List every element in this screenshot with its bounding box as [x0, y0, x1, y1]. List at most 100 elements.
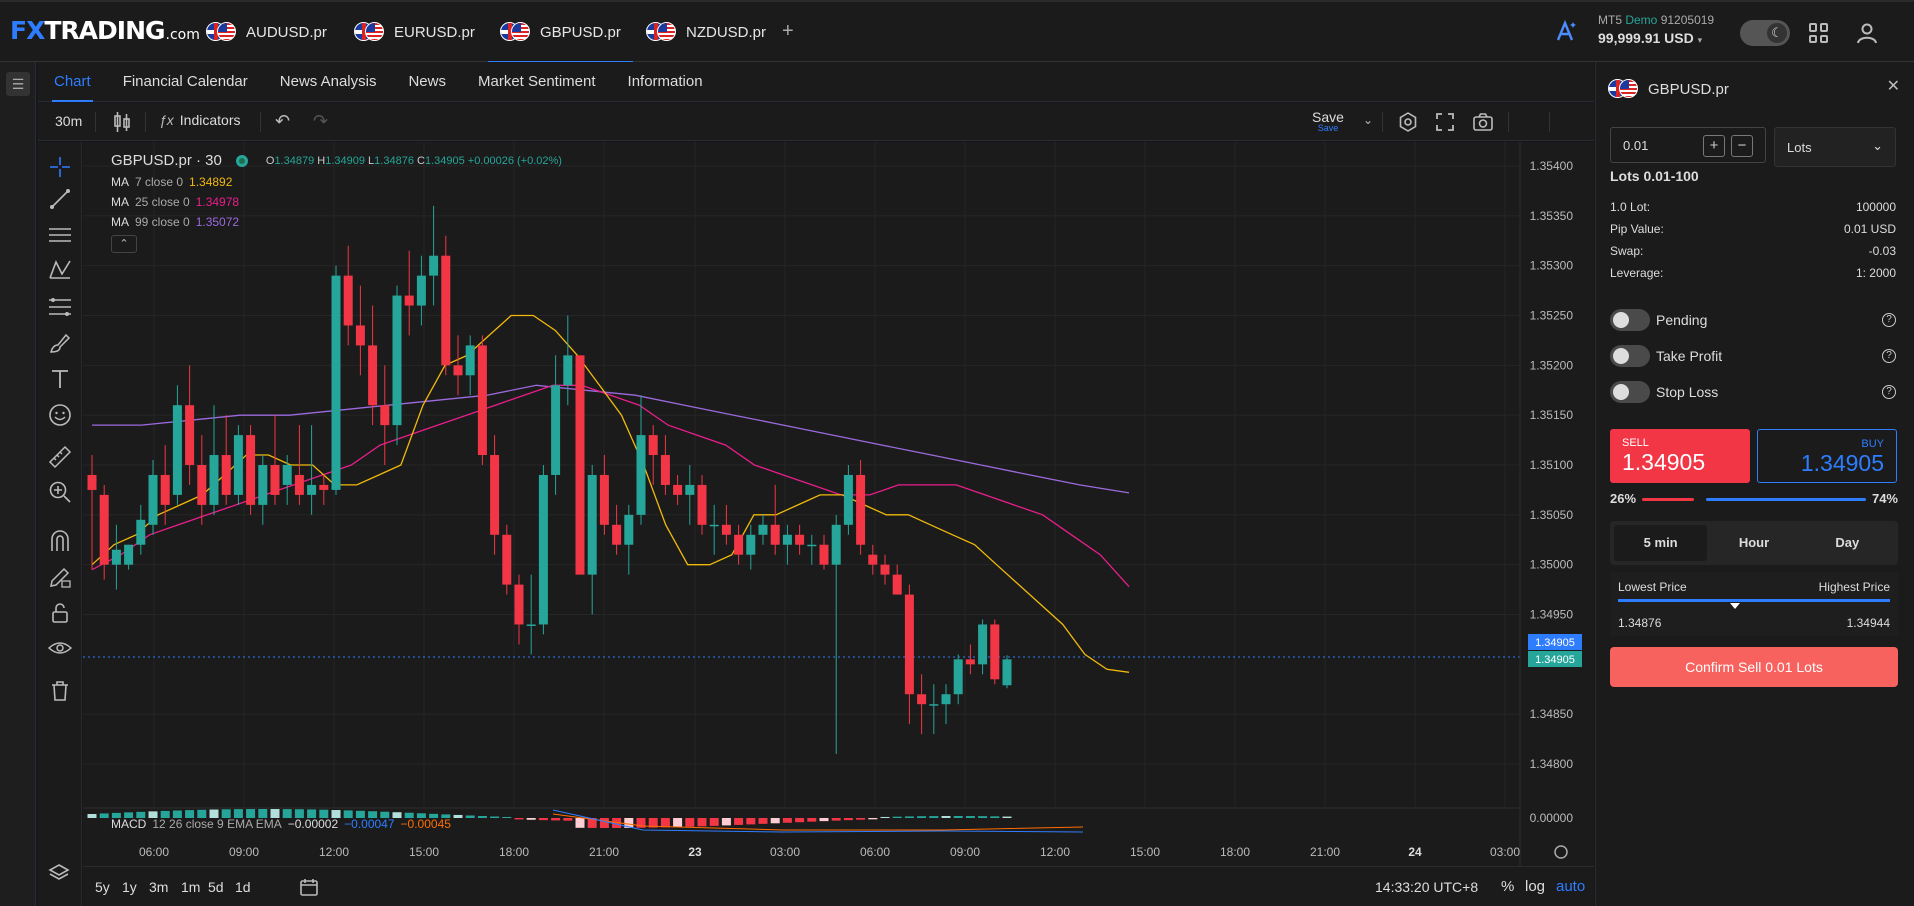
layers-icon[interactable]: [48, 862, 70, 884]
pattern-icon[interactable]: [48, 258, 72, 282]
undo-icon[interactable]: ↶: [275, 111, 290, 132]
candle-body: [599, 474, 609, 525]
candle-body: [270, 465, 280, 495]
range-3m[interactable]: 3m: [149, 879, 168, 895]
axis-settings-icon[interactable]: [1554, 845, 1568, 859]
symbol-tab-eurusd[interactable]: EURUSD.pr: [354, 2, 475, 62]
x-tick-label: 12:00: [319, 845, 349, 859]
unit-select[interactable]: Lots ⌄: [1774, 127, 1896, 167]
legend-ma99[interactable]: MA 99 close 0 1.35072: [111, 215, 562, 229]
trash-icon[interactable]: [48, 679, 72, 703]
tab-information[interactable]: Information: [612, 62, 719, 102]
candle-body: [685, 484, 695, 495]
range-5y[interactable]: 5y: [95, 879, 110, 895]
spec-row: Leverage: 1: 2000: [1610, 266, 1896, 280]
symbol-tab-nzdusd[interactable]: NZDUSD.pr: [646, 2, 766, 62]
plus-icon[interactable]: +: [782, 20, 794, 43]
take-profit-label: Take Profit: [1656, 348, 1723, 364]
chevron-down-icon[interactable]: ⌄: [1363, 113, 1373, 127]
period-hour[interactable]: Hour: [1707, 525, 1800, 561]
candle-body: [746, 534, 756, 555]
highest-price-label: Highest Price: [1818, 580, 1890, 594]
camera-icon[interactable]: [1472, 111, 1494, 133]
help-icon[interactable]: ?: [1882, 349, 1896, 363]
redo-icon[interactable]: ↷: [313, 111, 328, 132]
interval-selector[interactable]: 30m: [55, 113, 82, 129]
lot-size-value: 0.01: [1623, 138, 1649, 153]
confirm-order-button[interactable]: Confirm Sell 0.01 Lots: [1610, 647, 1898, 687]
tab-chart[interactable]: Chart: [38, 62, 107, 102]
zoom-in-icon[interactable]: [48, 480, 72, 504]
eye-icon[interactable]: [47, 636, 73, 660]
fxtrading-logo[interactable]: FX TRADING .com: [10, 16, 200, 46]
candles-icon[interactable]: [112, 111, 132, 133]
ruler-icon[interactable]: [48, 445, 72, 469]
range-5d[interactable]: 5d: [208, 879, 224, 895]
fibonacci-icon[interactable]: [48, 295, 72, 319]
account-balance: 99,999.91 USD: [1598, 30, 1694, 46]
crosshair-icon[interactable]: [48, 155, 72, 179]
lot-size-input[interactable]: 0.01 + −: [1610, 127, 1766, 163]
auto-scale-button[interactable]: auto: [1556, 878, 1585, 895]
tab-news-analysis[interactable]: News Analysis: [264, 62, 393, 102]
candle-body: [526, 624, 536, 626]
trend-line-icon[interactable]: [48, 187, 72, 211]
macd-tick-label: 0.00000: [1530, 811, 1574, 825]
take-profit-toggle[interactable]: [1610, 345, 1650, 367]
calendar-icon[interactable]: [299, 877, 319, 897]
account-info[interactable]: MT5 Demo 91205019 99,999.91 USD ▾: [1598, 13, 1714, 46]
macd-bar: [99, 813, 109, 818]
moon-icon: ☾: [1767, 23, 1787, 43]
brush-icon[interactable]: [48, 331, 72, 355]
macd-bar: [563, 818, 573, 821]
log-scale-button[interactable]: log: [1525, 878, 1545, 895]
user-icon[interactable]: [1856, 22, 1878, 44]
decrement-button[interactable]: −: [1731, 135, 1753, 157]
tab-financial-calendar[interactable]: Financial Calendar: [107, 62, 264, 102]
percent-scale-button[interactable]: %: [1501, 878, 1514, 895]
buy-button[interactable]: BUY 1.34905: [1757, 429, 1897, 483]
macd-bar: [892, 816, 902, 818]
indicators-button[interactable]: ƒx Indicators: [159, 112, 241, 128]
range-1d[interactable]: 1d: [235, 879, 251, 895]
settings-icon[interactable]: [1397, 111, 1419, 133]
candle-body: [441, 255, 451, 366]
sell-button[interactable]: SELL 1.34905: [1610, 429, 1750, 483]
pending-toggle[interactable]: [1610, 309, 1650, 331]
text-tool-icon[interactable]: [48, 367, 72, 391]
stop-loss-toggle-row: Stop Loss ?: [1610, 380, 1896, 404]
close-icon[interactable]: ✕: [1887, 76, 1900, 96]
ai-assistant-icon[interactable]: [1555, 19, 1581, 45]
period-5min[interactable]: 5 min: [1614, 525, 1708, 561]
menu-list-icon[interactable]: ☰: [6, 72, 30, 96]
buy-price: 1.34905: [1800, 450, 1884, 476]
range-1y[interactable]: 1y: [122, 879, 137, 895]
lock-icon[interactable]: [48, 601, 72, 625]
symbol-tab-audusd[interactable]: AUDUSD.pr: [206, 2, 327, 62]
range-1m[interactable]: 1m: [181, 879, 200, 895]
tab-market-sentiment[interactable]: Market Sentiment: [462, 62, 612, 102]
parallel-lines-icon[interactable]: [48, 223, 72, 247]
emoji-icon[interactable]: [48, 403, 72, 427]
symbol-tab-gbpusd[interactable]: GBPUSD.pr: [488, 2, 633, 63]
help-icon[interactable]: ?: [1882, 385, 1896, 399]
increment-button[interactable]: +: [1703, 135, 1725, 157]
theme-toggle[interactable]: ☾: [1740, 20, 1790, 46]
macd-bar: [721, 818, 731, 826]
legend-ma7[interactable]: MA 7 close 0 1.34892: [111, 175, 562, 189]
chevron-up-icon[interactable]: ⌃: [111, 235, 137, 253]
price-chart[interactable]: 1.35400 1.35350 1.35300 1.35250 1.35200 1.351…: [83, 142, 1594, 866]
fullscreen-icon[interactable]: [1435, 112, 1455, 132]
save-button[interactable]: Save Save: [1312, 109, 1344, 133]
help-icon[interactable]: ?: [1882, 313, 1896, 327]
period-day[interactable]: Day: [1801, 525, 1894, 561]
flag-icon: [354, 22, 384, 42]
tab-news[interactable]: News: [392, 62, 462, 102]
lock-pencil-icon[interactable]: [48, 565, 72, 589]
apps-grid-icon[interactable]: [1809, 23, 1829, 43]
stop-loss-toggle[interactable]: [1610, 381, 1650, 403]
legend-ma25[interactable]: MA 25 close 0 1.34978: [111, 195, 562, 209]
magnet-icon[interactable]: [48, 529, 72, 553]
candle-body: [490, 455, 500, 535]
candles: [87, 205, 1012, 755]
